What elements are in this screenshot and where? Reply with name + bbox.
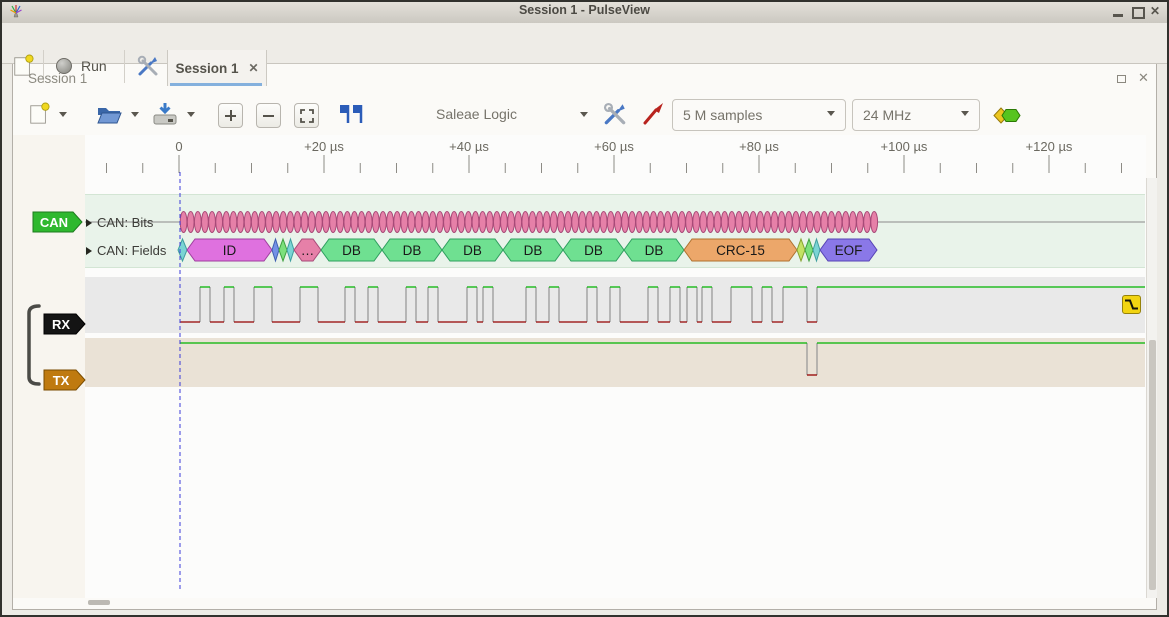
maximize-button[interactable] — [1132, 7, 1145, 19]
panel-close-button[interactable]: ✕ — [1138, 70, 1149, 86]
tx-channel-tag[interactable]: TX — [44, 371, 78, 390]
expand-arrow-icon — [86, 219, 92, 227]
row-label-text: CAN: Bits — [97, 215, 153, 230]
zoom-fit-button[interactable] — [294, 103, 319, 128]
trace-label-gutter — [13, 135, 85, 598]
toolbar-separator — [124, 50, 125, 83]
tx-channel-row[interactable] — [85, 338, 1145, 387]
save-icon — [152, 102, 178, 126]
configure-device-button[interactable] — [602, 101, 628, 127]
decoder-icon — [992, 107, 1022, 124]
wrench-screwdriver-icon — [136, 54, 160, 78]
expand-arrow-icon — [86, 247, 92, 255]
save-button[interactable] — [152, 102, 178, 126]
can-fields-row-label[interactable]: CAN: Fields — [86, 242, 166, 259]
title-bar[interactable]: Session 1 - PulseView ✕ — [0, 0, 1169, 24]
tab-label: Session 1 — [175, 61, 238, 76]
configure-wrench-icon — [602, 101, 628, 127]
horizontal-scrollbar-thumb[interactable] — [88, 600, 110, 605]
device-select[interactable]: Saleae Logic — [436, 106, 517, 122]
panel-float-button[interactable] — [1117, 75, 1126, 83]
tab-close-icon[interactable]: ✕ — [248, 61, 258, 75]
vertical-scrollbar[interactable] — [1146, 178, 1157, 598]
sample-count-select[interactable]: 5 M samples — [672, 99, 846, 131]
window-title: Session 1 - PulseView — [0, 3, 1169, 17]
zoom-fit-icon — [300, 109, 314, 123]
open-dropdown-icon[interactable] — [131, 112, 139, 121]
chevron-down-icon — [961, 111, 969, 120]
save-dropdown-icon[interactable] — [187, 112, 195, 121]
sample-count-value: 5 M samples — [683, 107, 762, 123]
device-value: Saleae Logic — [436, 106, 517, 122]
open-button[interactable] — [96, 104, 122, 126]
row-label-text: CAN: Fields — [97, 243, 166, 258]
minus-icon — [263, 115, 274, 117]
can-decoder-row[interactable] — [85, 194, 1145, 268]
trigger-flags-icon — [338, 103, 364, 125]
panel-title: Session 1 — [28, 71, 87, 86]
sample-rate-select[interactable]: 24 MHz — [852, 99, 980, 131]
vertical-scrollbar-thumb[interactable] — [1149, 340, 1156, 590]
tab-session-1[interactable]: Session 1 ✕ — [167, 50, 267, 86]
minimize-button[interactable] — [1112, 6, 1124, 18]
new-file-button[interactable] — [28, 101, 50, 127]
trigger-flags-button[interactable] — [338, 103, 364, 125]
app-window: Session 1 - PulseView ✕ Run Se — [0, 0, 1169, 617]
open-folder-icon — [96, 104, 122, 126]
zoom-in-button[interactable] — [218, 103, 243, 128]
device-dropdown-icon[interactable] — [580, 112, 588, 121]
new-file-icon — [28, 101, 50, 127]
channels-button[interactable] — [640, 101, 666, 127]
close-button[interactable]: ✕ — [1150, 4, 1160, 18]
probe-icon — [640, 101, 666, 127]
plus-icon — [225, 115, 236, 117]
chevron-down-icon — [827, 111, 835, 120]
sample-rate-value: 24 MHz — [863, 107, 911, 123]
zoom-out-button[interactable] — [256, 103, 281, 128]
tab-active-accent — [170, 83, 262, 86]
falling-edge-trigger-icon[interactable] — [1122, 295, 1141, 314]
add-decoder-button[interactable] — [992, 107, 1022, 124]
rx-channel-tag[interactable]: RX — [44, 315, 78, 334]
main-toolbar: Run Session 1 ✕ — [0, 23, 1169, 64]
new-file-dropdown-icon[interactable] — [59, 112, 67, 121]
settings-button[interactable] — [131, 51, 165, 81]
rx-channel-row[interactable] — [85, 277, 1145, 333]
can-bits-row-label[interactable]: CAN: Bits — [86, 214, 153, 231]
can-decoder-tag[interactable]: CAN — [33, 213, 75, 232]
